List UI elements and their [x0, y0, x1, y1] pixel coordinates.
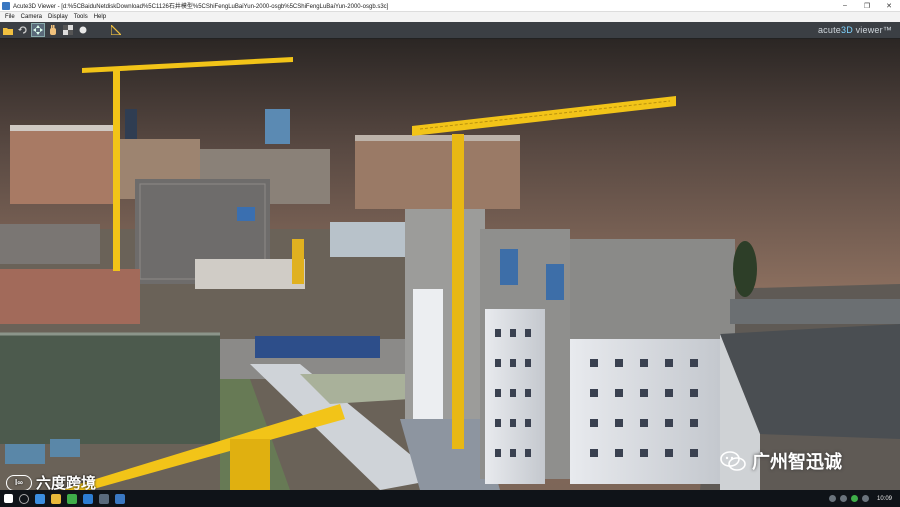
warehouse	[195, 259, 305, 289]
undo-icon[interactable]	[17, 24, 29, 36]
dark-tower	[125, 109, 137, 139]
app-icon	[2, 1, 10, 10]
building-far-left	[10, 129, 120, 204]
yellow-silo	[292, 239, 304, 284]
close-button[interactable]: ✕	[878, 0, 900, 12]
toolbar: acute3D viewer™	[0, 22, 900, 39]
menu-tools[interactable]: Tools	[71, 14, 91, 20]
container	[50, 439, 80, 457]
red-roofs	[0, 269, 140, 324]
wechat-tray-icon[interactable]	[850, 495, 858, 502]
window-title: Acute3D Viewer - [d:%5CBaiduNetdiskDownl…	[13, 4, 389, 10]
menu-display[interactable]: Display	[45, 14, 71, 20]
folder-icon[interactable]	[51, 493, 61, 504]
brand-logo: acute3D viewer™	[818, 25, 892, 35]
container	[5, 444, 45, 464]
menu-help[interactable]: Help	[91, 14, 109, 20]
folder-open-icon[interactable]	[2, 24, 14, 36]
title-bar: Acute3D Viewer - [d:%5CBaiduNetdiskDownl…	[0, 0, 900, 12]
maximize-button[interactable]: ❐	[856, 0, 878, 12]
brand-prefix: acute	[817, 25, 841, 35]
crane-left-mast	[113, 69, 120, 271]
tower-sign	[500, 249, 518, 285]
blue-roof-building	[255, 336, 380, 358]
menu-camera[interactable]: Camera	[18, 14, 45, 20]
brand-number: 3D	[840, 25, 853, 35]
chat-icon[interactable]	[67, 493, 77, 504]
browser-icon[interactable]	[35, 493, 45, 504]
app-taskbar-icon[interactable]	[99, 493, 109, 504]
scaffold-building-bottom-left	[0, 334, 220, 444]
tower-facade	[413, 289, 443, 419]
windows-start-icon[interactable]	[4, 494, 13, 503]
watermark-right: 广州智迅诚	[720, 448, 842, 474]
minimize-button[interactable]: –	[834, 0, 856, 12]
grid-icon[interactable]	[62, 24, 74, 36]
sign-panel	[237, 207, 255, 221]
shed	[330, 222, 405, 257]
watermark-right-text: 广州智迅诚	[752, 452, 842, 472]
taskbar: 10:09	[0, 490, 900, 507]
clock[interactable]: 10:09	[877, 496, 892, 502]
low-structure	[0, 224, 100, 264]
system-tray: 10:09	[827, 495, 900, 502]
menu-bar: File Camera Display Tools Help	[0, 12, 900, 22]
window-controls: – ❐ ✕	[834, 0, 900, 12]
brand-suffix: viewer™	[852, 25, 892, 35]
scene-render	[0, 39, 900, 490]
volume-icon[interactable]	[839, 495, 847, 502]
3d-viewport[interactable]	[0, 39, 900, 490]
building-back-center	[355, 139, 520, 209]
search-icon[interactable]	[19, 493, 29, 504]
watermark-logo: l∞	[6, 474, 32, 491]
tower-right-block	[570, 239, 735, 339]
wechat-icon	[720, 451, 746, 471]
roof	[10, 125, 120, 131]
tower-sign	[546, 264, 564, 300]
measure-icon[interactable]	[110, 24, 122, 36]
battery-icon[interactable]	[861, 495, 869, 502]
blue-tower	[265, 109, 290, 144]
network-icon[interactable]	[828, 495, 836, 502]
crane-center-mast	[452, 134, 464, 449]
crane-foreground-cab	[230, 439, 270, 490]
hand-icon[interactable]	[47, 24, 59, 36]
acute3d-taskbar-icon[interactable]	[115, 493, 125, 504]
mail-icon[interactable]	[83, 493, 93, 504]
tree	[733, 241, 757, 297]
right-building-far	[730, 299, 900, 324]
menu-file[interactable]: File	[2, 14, 18, 20]
light-icon[interactable]	[77, 24, 89, 36]
pan-icon[interactable]	[31, 23, 45, 37]
roof	[355, 135, 520, 141]
